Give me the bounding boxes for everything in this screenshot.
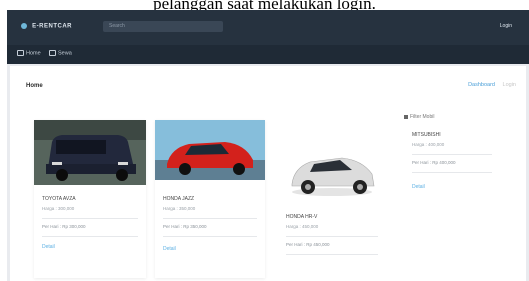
car-price: Per Hari : Rp 450,000 <box>286 242 330 247</box>
detail-link[interactable]: Detail <box>42 244 55 250</box>
app-window: E-RENTCAR Search Login Home Sewa Home Da… <box>7 10 529 281</box>
divider <box>286 236 378 237</box>
car-name: MITSUBISHI <box>412 132 441 138</box>
detail-link[interactable]: Detail <box>163 246 176 252</box>
car-price: Per Hari : Rp 300,000 <box>42 224 86 229</box>
car-photo <box>278 138 386 200</box>
car-card[interactable]: TOYOTA AVZA Harga : 300,000 Per Hari : R… <box>34 120 146 278</box>
car-name: HONDA HR-V <box>286 214 318 220</box>
divider <box>163 236 257 237</box>
tab-dashboard[interactable]: Dashboard <box>468 82 495 88</box>
car-card[interactable]: HONDA JAZZ Harga : 350,000 Per Hari : Rp… <box>155 120 265 278</box>
car-image-white <box>291 157 375 196</box>
car-meta: Harga : 300,000 <box>42 206 75 211</box>
logo-text: E-RENTCAR <box>32 23 73 30</box>
filter-badge: Filter Mobil <box>404 114 434 120</box>
divider <box>286 254 378 255</box>
car-price: Per Hari : Rp 350,000 <box>163 224 207 229</box>
secondary-navbar: Home Sewa <box>7 45 529 64</box>
divider <box>412 154 492 155</box>
nav-item-sewa[interactable]: Sewa <box>49 50 72 56</box>
car-image-red <box>155 120 265 180</box>
car-photo <box>155 120 265 180</box>
search-input[interactable]: Search <box>103 21 223 32</box>
detail-link[interactable]: Detail <box>412 184 425 190</box>
nav-item-home[interactable]: Home <box>17 50 41 56</box>
top-navbar: E-RENTCAR Search Login <box>7 10 529 45</box>
divider <box>42 236 138 237</box>
car-name: TOYOTA AVZA <box>42 196 76 202</box>
nav-item-label: Sewa <box>58 50 72 57</box>
main-panel: Home Dashboard Login TOYOTA AVZA Harga:… <box>10 66 526 281</box>
badge-label: Filter Mobil <box>410 114 435 120</box>
car-name: HONDA JAZZ <box>163 196 195 202</box>
filter-icon <box>404 114 408 119</box>
car-card[interactable]: Filter Mobil MITSUBISHI Harga : 400,000 … <box>404 114 500 234</box>
car-photo <box>34 120 146 185</box>
divider <box>412 172 492 173</box>
car-icon <box>49 50 56 56</box>
car-meta: Harga : 450,000 <box>286 224 319 229</box>
page-caption: pelanggan saat melakukan login. <box>153 0 376 10</box>
home-icon <box>17 50 24 56</box>
search-placeholder: Search <box>109 23 125 29</box>
breadcrumb: Dashboard Login <box>468 82 516 88</box>
page-title: Home <box>26 83 43 89</box>
logo-icon <box>21 23 27 29</box>
divider <box>163 218 257 219</box>
car-price: Per Hari : Rp 400,000 <box>412 160 456 165</box>
car-meta: Harga : 400,000 <box>412 142 445 147</box>
car-card[interactable]: HONDA HR-V Harga : 450,000 Per Hari : Rp… <box>278 138 386 278</box>
divider <box>42 218 138 219</box>
tab-login[interactable]: Login <box>503 82 516 88</box>
brand-logo[interactable]: E-RENTCAR <box>21 23 72 30</box>
car-meta: Harga : 350,000 <box>163 206 196 211</box>
nav-item-label: Home <box>26 50 41 57</box>
login-button[interactable]: Login <box>497 21 515 32</box>
car-image-navy <box>34 120 146 185</box>
